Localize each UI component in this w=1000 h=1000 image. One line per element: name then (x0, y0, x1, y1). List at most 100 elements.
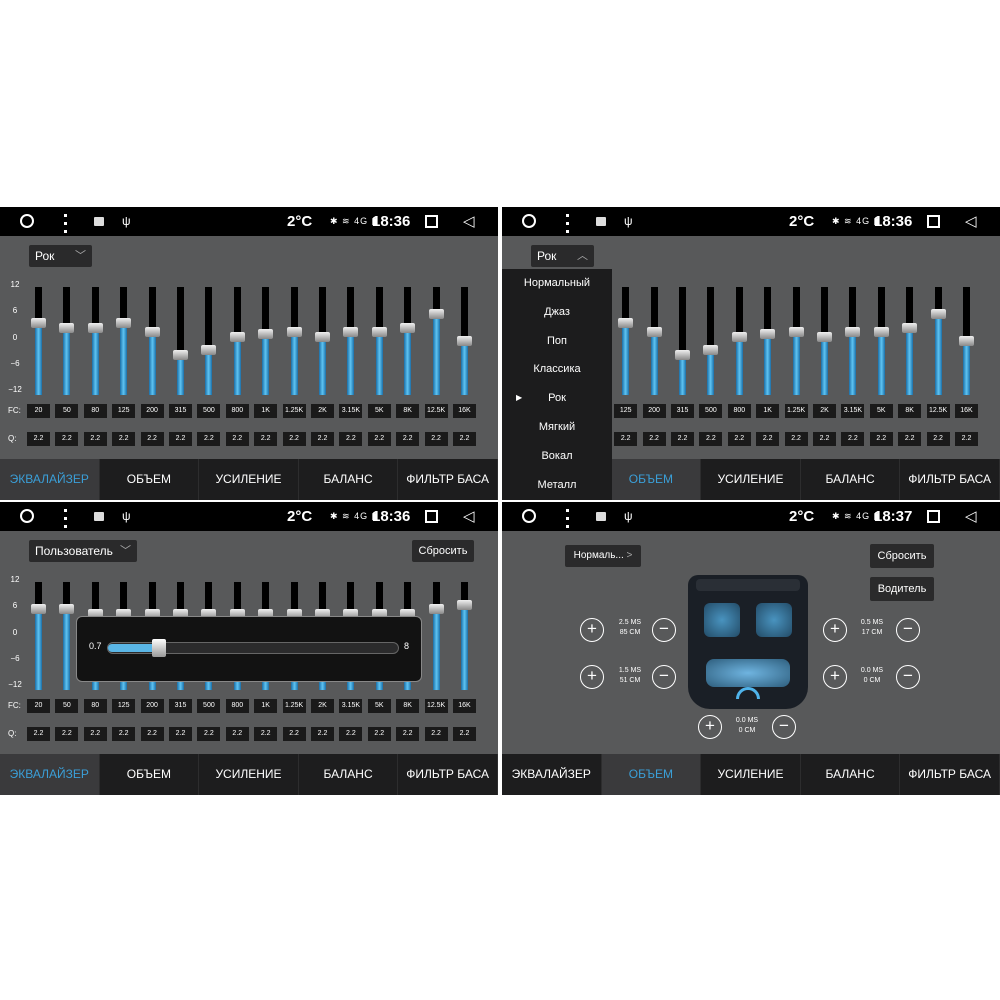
preset-menu-item[interactable]: Джаз (502, 298, 612, 327)
front-right-minus-button[interactable]: − (896, 618, 920, 642)
frequency-cell[interactable]: 800 (727, 404, 751, 418)
eq-band-knob[interactable] (87, 322, 103, 333)
eq-band-slider[interactable] (31, 582, 46, 690)
eq-band-slider[interactable] (817, 287, 832, 395)
eq-band-slider[interactable] (173, 287, 188, 395)
q-cell[interactable]: 2.2 (169, 727, 192, 741)
tab-item[interactable]: ФИЛЬТР БАСА (398, 754, 498, 795)
back-icon[interactable]: ◁ (463, 207, 475, 236)
q-cell[interactable]: 2.2 (282, 727, 306, 741)
eq-band-knob[interactable] (845, 327, 861, 337)
eq-band-slider[interactable] (959, 287, 974, 395)
eq-band-slider[interactable] (144, 287, 160, 395)
eq-band-slider[interactable] (343, 287, 359, 395)
reset-button[interactable]: Сбросить (870, 544, 934, 568)
frequency-cell[interactable]: 12.5K (926, 404, 950, 418)
frequency-cell[interactable]: 1K (756, 404, 780, 418)
frequency-cell[interactable]: 2K (311, 699, 334, 713)
preset-menu-item[interactable]: Нормальный (502, 269, 612, 298)
frequency-cell[interactable]: 1K (254, 699, 278, 713)
eq-band-slider[interactable] (788, 287, 804, 395)
frequency-cell[interactable]: 5K (367, 404, 391, 418)
q-cell[interactable]: 2.2 (27, 727, 50, 741)
q-cell[interactable]: 2.2 (869, 432, 893, 446)
eq-band-knob[interactable] (116, 318, 132, 328)
preset-dropdown[interactable]: Рок ﹀ (29, 245, 92, 267)
q-cell[interactable]: 2.2 (756, 432, 780, 446)
eq-band-slider[interactable] (87, 287, 103, 395)
q-cell[interactable]: 2.2 (671, 432, 694, 446)
back-icon[interactable]: ◁ (463, 502, 475, 531)
frequency-cell[interactable]: 5K (869, 404, 893, 418)
frequency-cell[interactable]: 80 (83, 699, 107, 713)
home-icon[interactable] (20, 214, 34, 228)
preset-menu-item[interactable]: Мягкий (502, 413, 612, 442)
sub-plus-button[interactable]: + (698, 715, 722, 739)
tab-item[interactable]: ФИЛЬТР БАСА (398, 459, 498, 500)
q-cell[interactable]: 2.2 (339, 432, 363, 446)
recents-icon[interactable] (927, 215, 940, 228)
front-right-plus-button[interactable]: + (823, 618, 847, 642)
eq-band-slider[interactable] (930, 287, 946, 395)
eq-band-knob[interactable] (457, 336, 472, 346)
frequency-cell[interactable]: 200 (642, 404, 666, 418)
eq-band-knob[interactable] (428, 309, 444, 319)
eq-band-knob[interactable] (646, 327, 662, 337)
eq-band-knob[interactable] (315, 331, 330, 342)
frequency-cell[interactable]: 5K (367, 699, 391, 713)
eq-band-knob[interactable] (760, 329, 776, 340)
q-cell[interactable]: 2.2 (83, 727, 107, 741)
frequency-cell[interactable]: 16K (453, 404, 476, 418)
frequency-cell[interactable]: 16K (955, 404, 978, 418)
eq-band-knob[interactable] (618, 318, 634, 328)
eq-band-knob[interactable] (31, 604, 46, 614)
eq-band-slider[interactable] (116, 287, 132, 395)
q-slider[interactable] (107, 639, 399, 657)
front-left-minus-button[interactable]: − (652, 618, 676, 642)
frequency-cell[interactable]: 125 (614, 404, 638, 418)
eq-band-slider[interactable] (618, 287, 634, 395)
q-cell[interactable]: 2.2 (642, 432, 666, 446)
frequency-cell[interactable]: 200 (140, 404, 164, 418)
q-cell[interactable]: 2.2 (282, 432, 306, 446)
tab-item[interactable]: УСИЛЕНИЕ (701, 459, 801, 500)
menu-dots-icon[interactable] (564, 502, 570, 531)
eq-band-knob[interactable] (400, 322, 416, 333)
eq-band-knob[interactable] (873, 327, 889, 337)
frequency-cell[interactable]: 20 (27, 404, 50, 418)
frequency-cell[interactable]: 1K (254, 404, 278, 418)
eq-band-slider[interactable] (31, 287, 46, 395)
q-cell[interactable]: 2.2 (955, 432, 978, 446)
eq-band-slider[interactable] (873, 287, 889, 395)
eq-band-slider[interactable] (315, 287, 330, 395)
frequency-cell[interactable]: 315 (671, 404, 694, 418)
frequency-cell[interactable]: 2K (813, 404, 836, 418)
q-cell[interactable]: 2.2 (55, 432, 79, 446)
recents-icon[interactable] (425, 510, 438, 523)
tab-item[interactable]: УСИЛЕНИЕ (701, 754, 801, 795)
eq-band-slider[interactable] (400, 287, 416, 395)
eq-band-slider[interactable] (902, 287, 918, 395)
tab-item[interactable]: ФИЛЬТР БАСА (900, 459, 1000, 500)
q-cell[interactable]: 2.2 (311, 432, 334, 446)
q-cell[interactable]: 2.2 (367, 727, 391, 741)
eq-band-knob[interactable] (428, 604, 444, 614)
q-cell[interactable]: 2.2 (841, 432, 865, 446)
q-cell[interactable]: 2.2 (396, 432, 420, 446)
q-cell[interactable]: 2.2 (197, 727, 221, 741)
q-cell[interactable]: 2.2 (311, 727, 334, 741)
tab-item[interactable]: БАЛАНС (801, 459, 901, 500)
frequency-cell[interactable]: 500 (197, 699, 221, 713)
tab-item[interactable]: ЭКВАЛАЙЗЕР (0, 754, 100, 795)
frequency-cell[interactable]: 800 (225, 404, 249, 418)
eq-band-slider[interactable] (845, 287, 861, 395)
eq-band-knob[interactable] (817, 331, 832, 342)
q-cell[interactable]: 2.2 (727, 432, 751, 446)
frequency-cell[interactable]: 200 (140, 699, 164, 713)
mode-dropdown[interactable]: Нормаль... > (565, 545, 641, 567)
eq-band-slider[interactable] (428, 582, 444, 690)
eq-band-slider[interactable] (229, 287, 245, 395)
eq-band-slider[interactable] (703, 287, 719, 395)
menu-dots-icon[interactable] (62, 502, 68, 531)
q-cell[interactable]: 2.2 (396, 727, 420, 741)
